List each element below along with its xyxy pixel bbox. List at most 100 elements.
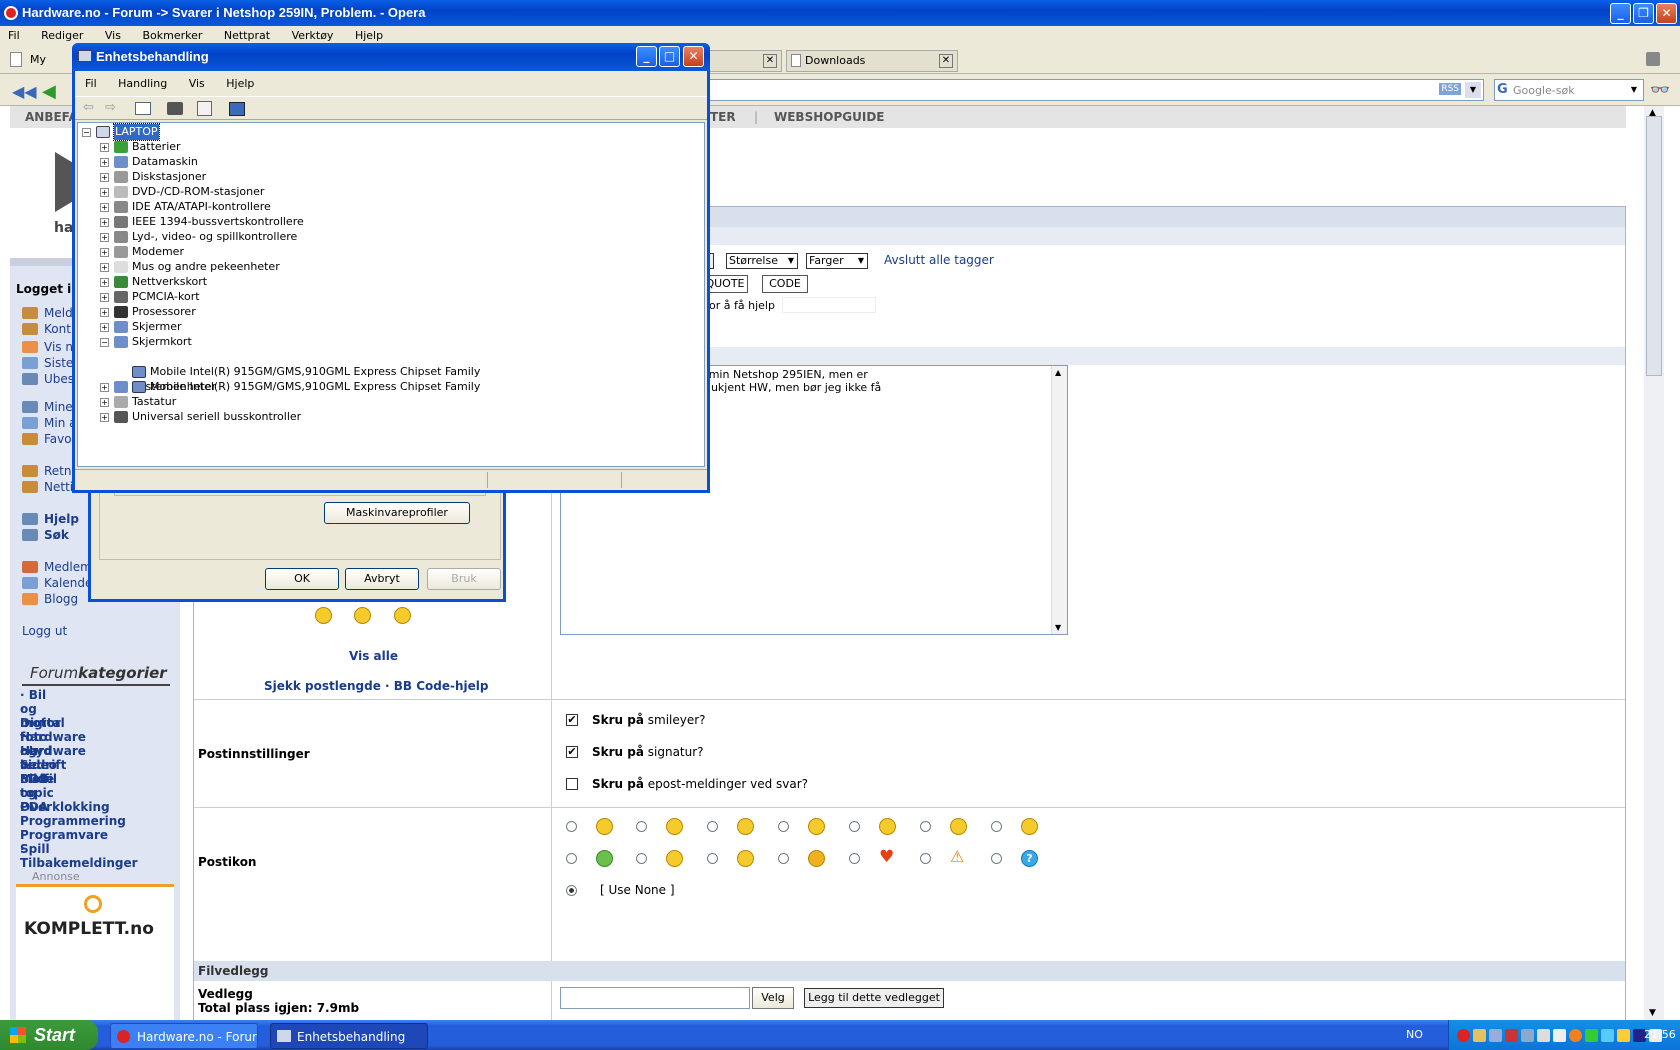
expand-toggle[interactable]: + bbox=[100, 248, 109, 257]
glasses-icon[interactable]: 👓 bbox=[1650, 80, 1670, 99]
size-select[interactable]: Størrelse ▼ bbox=[726, 253, 798, 269]
category-link[interactable]: · Tilbakemeldinger bbox=[20, 842, 138, 870]
post-icon-radio[interactable] bbox=[566, 821, 577, 832]
address-field[interactable]: RSS ▼ bbox=[700, 79, 1484, 101]
rewind-icon[interactable]: ◀◀ bbox=[12, 82, 37, 101]
page-scrollbar[interactable]: ▲ ▼ bbox=[1644, 106, 1664, 1020]
cancel-button[interactable]: Avbryt bbox=[345, 568, 419, 590]
post-icon-radio[interactable] bbox=[707, 821, 718, 832]
post-icon-radio[interactable] bbox=[991, 853, 1002, 864]
expand-toggle[interactable]: + bbox=[100, 218, 109, 227]
post-icon-radio[interactable] bbox=[920, 821, 931, 832]
post-icon-radio[interactable] bbox=[636, 821, 647, 832]
expand-toggle[interactable]: + bbox=[100, 398, 109, 407]
chevron-down-icon[interactable]: ▼ bbox=[1627, 82, 1641, 98]
smiley-icon[interactable] bbox=[315, 607, 332, 624]
tab-forum[interactable]: ✕ bbox=[700, 50, 782, 72]
post-icon-radio[interactable] bbox=[849, 821, 860, 832]
scroll-down-icon[interactable]: ▼ bbox=[1055, 623, 1061, 632]
minimize-button[interactable]: _ bbox=[1610, 3, 1631, 24]
dm-maximize-button[interactable]: □ bbox=[659, 46, 680, 67]
ok-button[interactable]: OK bbox=[265, 568, 339, 590]
sidebar-item-hjelp[interactable]: Hjelp bbox=[22, 512, 79, 526]
menu-hjelp[interactable]: Hjelp bbox=[355, 29, 383, 42]
tray-wireless-icon[interactable] bbox=[1601, 1029, 1614, 1042]
check-length-link[interactable]: Sjekk postlengde · BB Code-hjelp bbox=[264, 679, 489, 693]
post-icon-radio-none[interactable] bbox=[566, 885, 577, 896]
apply-button[interactable]: Bruk bbox=[427, 568, 501, 590]
tray-volume-icon[interactable] bbox=[1553, 1029, 1566, 1042]
taskbar-item-device-manager[interactable]: Enhetsbehandling bbox=[270, 1023, 428, 1049]
attachment-file-input[interactable] bbox=[560, 987, 750, 1009]
collapse-toggle[interactable]: − bbox=[82, 128, 91, 137]
post-icon-radio[interactable] bbox=[849, 853, 860, 864]
nav-item-anbefa[interactable]: ANBEFA bbox=[25, 106, 78, 128]
menu-fil[interactable]: Fil bbox=[8, 29, 20, 42]
expand-toggle[interactable]: + bbox=[100, 413, 109, 422]
start-button[interactable]: Start bbox=[0, 1020, 98, 1050]
expand-toggle[interactable]: + bbox=[100, 278, 109, 287]
smiley-icon[interactable] bbox=[394, 607, 411, 624]
close-button[interactable]: ✕ bbox=[1656, 3, 1677, 24]
post-icon-radio[interactable] bbox=[636, 853, 647, 864]
language-indicator[interactable]: NO bbox=[1406, 1028, 1423, 1041]
menu-vis[interactable]: Vis bbox=[105, 29, 121, 42]
expand-toggle[interactable]: + bbox=[100, 173, 109, 182]
tray-firefox-icon[interactable] bbox=[1569, 1029, 1582, 1042]
tab-my-side[interactable]: My side bbox=[8, 49, 70, 88]
expand-toggle[interactable]: + bbox=[100, 293, 109, 302]
properties-icon[interactable] bbox=[197, 101, 212, 116]
hardware-profiles-button[interactable]: Maskinvareprofiler bbox=[324, 502, 470, 524]
color-select[interactable]: Farger ▼ bbox=[806, 253, 868, 269]
sidebar-item-kont[interactable]: Kont bbox=[22, 322, 71, 336]
post-icon-radio[interactable] bbox=[991, 821, 1002, 832]
logout-link[interactable]: Logg ut bbox=[22, 624, 67, 638]
sidebar-item-blog[interactable]: Blogg bbox=[22, 592, 78, 606]
nav-item-webshopguide[interactable]: WEBSHOPGUIDE bbox=[774, 106, 884, 128]
tray-antivirus-icon[interactable] bbox=[1585, 1029, 1598, 1042]
expand-toggle[interactable]: + bbox=[100, 383, 109, 392]
expand-toggle[interactable]: + bbox=[100, 323, 109, 332]
menu-nettprat[interactable]: Nettprat bbox=[224, 29, 270, 42]
tab-downloads[interactable]: Downloads ✕ bbox=[786, 50, 958, 72]
email-checkbox[interactable] bbox=[566, 778, 578, 790]
sidebar-item-vis[interactable]: Vis n bbox=[22, 340, 73, 354]
post-icon-radio[interactable] bbox=[566, 853, 577, 864]
close-tab-icon[interactable]: ✕ bbox=[939, 54, 953, 68]
tray-opera-icon[interactable] bbox=[1457, 1029, 1470, 1042]
expand-toggle[interactable]: + bbox=[100, 143, 109, 152]
expand-toggle[interactable]: + bbox=[100, 308, 109, 317]
back-icon[interactable]: ⇦ bbox=[83, 100, 94, 115]
signature-checkbox[interactable]: ✔ bbox=[566, 746, 578, 758]
forward-icon[interactable]: ⇨ bbox=[105, 100, 116, 115]
expand-toggle[interactable]: + bbox=[100, 158, 109, 167]
tray-power-icon[interactable] bbox=[1537, 1029, 1550, 1042]
post-icon-radio[interactable] bbox=[778, 853, 789, 864]
expand-toggle[interactable]: + bbox=[100, 203, 109, 212]
dm-minimize-button[interactable]: _ bbox=[636, 46, 657, 67]
back-icon[interactable]: ◀ bbox=[42, 81, 56, 102]
expand-toggle[interactable]: + bbox=[100, 188, 109, 197]
choose-file-button[interactable]: Velg bbox=[752, 987, 794, 1009]
sidebar-item-favo[interactable]: Favo bbox=[22, 432, 72, 446]
expand-toggle[interactable]: + bbox=[100, 263, 109, 272]
rss-badge[interactable]: RSS bbox=[1439, 83, 1461, 95]
scan-hardware-icon[interactable] bbox=[229, 102, 245, 116]
scroll-thumb[interactable] bbox=[1646, 116, 1662, 376]
menu-verktoy[interactable]: Verktøy bbox=[292, 29, 334, 42]
clock-display[interactable]: 21:56 bbox=[1644, 1028, 1676, 1041]
tray-display-icon[interactable] bbox=[1521, 1029, 1534, 1042]
post-icon-radio[interactable] bbox=[778, 821, 789, 832]
show-hide-tree-icon[interactable] bbox=[135, 102, 151, 115]
tray-security-icon[interactable] bbox=[1505, 1029, 1518, 1042]
search-field[interactable]: G Google-søk ▼ bbox=[1494, 79, 1644, 101]
dm-close-button[interactable]: ✕ bbox=[683, 46, 704, 67]
textarea-scrollbar[interactable]: ▲ ▼ bbox=[1051, 366, 1067, 634]
post-icon-radio[interactable] bbox=[920, 853, 931, 864]
tray-network-icon[interactable] bbox=[1489, 1029, 1502, 1042]
sidebar-item-sok[interactable]: Søk bbox=[22, 528, 69, 542]
scroll-down-icon[interactable]: ▼ bbox=[1649, 1008, 1656, 1018]
trash-icon[interactable] bbox=[1646, 52, 1660, 66]
menu-rediger[interactable]: Rediger bbox=[41, 29, 83, 42]
maximize-button[interactable]: ❐ bbox=[1633, 3, 1654, 24]
